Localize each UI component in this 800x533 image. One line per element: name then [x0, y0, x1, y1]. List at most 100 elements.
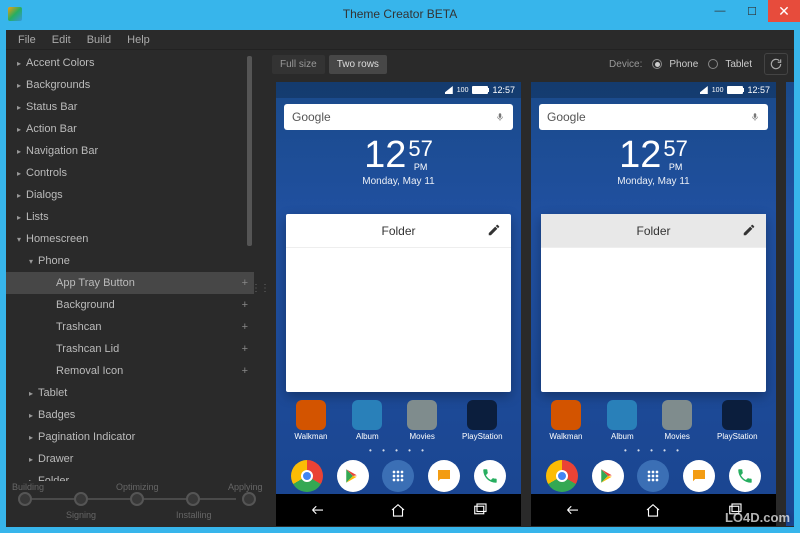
pencil-icon[interactable]: [742, 223, 756, 237]
tree-scrollbar[interactable]: [247, 56, 252, 475]
chrome-icon[interactable]: [546, 460, 578, 492]
close-button[interactable]: ✕: [768, 0, 800, 22]
radio-phone[interactable]: [652, 59, 662, 69]
app-movies[interactable]: Movies: [407, 400, 437, 441]
chevron-right-icon: ▸: [12, 169, 26, 178]
pagination-dots: • • • • •: [531, 446, 776, 455]
signal-icon: [443, 86, 453, 94]
tree-item[interactable]: ▸Folder: [6, 470, 254, 481]
clock-hours: 12: [619, 136, 661, 174]
app-label: PlayStation: [462, 432, 502, 441]
window-title: Theme Creator BETA: [0, 7, 800, 21]
app-tray-icon[interactable]: [382, 460, 414, 492]
chrome-icon[interactable]: [291, 460, 323, 492]
refresh-button[interactable]: [764, 53, 788, 75]
back-icon[interactable]: [308, 501, 326, 519]
tree-item[interactable]: ▸Badges: [6, 404, 254, 426]
pencil-icon[interactable]: [487, 223, 501, 237]
messaging-icon[interactable]: [683, 460, 715, 492]
battery-icon: [727, 86, 743, 94]
tree-item[interactable]: ▸Drawer: [6, 448, 254, 470]
tree-item[interactable]: ▸Status Bar: [6, 96, 254, 118]
tree-item[interactable]: ▸Tablet: [6, 382, 254, 404]
tree-item[interactable]: ▸Backgrounds: [6, 74, 254, 96]
phone-statusbar: 100 12:57: [531, 82, 776, 98]
google-search-bar[interactable]: Google: [284, 104, 513, 130]
app-walkman[interactable]: Walkman: [294, 400, 327, 441]
tree[interactable]: ▸Accent Colors ▸Backgrounds ▸Status Bar …: [6, 50, 254, 481]
home-icon[interactable]: [644, 501, 662, 519]
app-album[interactable]: Album: [352, 400, 382, 441]
tree-label: Homescreen: [26, 233, 88, 245]
minimize-button[interactable]: —: [704, 0, 736, 22]
tworows-button[interactable]: Two rows: [329, 55, 387, 74]
clock-minutes: 57: [408, 138, 432, 160]
app-label: Movies: [410, 432, 435, 441]
clock-ampm: PM: [663, 162, 687, 172]
tree-item[interactable]: Trashcan+: [6, 316, 254, 338]
app-playstation[interactable]: PlayStation: [717, 400, 757, 441]
nav-bar: [531, 494, 776, 526]
google-logo: Google: [292, 110, 331, 124]
messaging-icon[interactable]: [428, 460, 460, 492]
statusbar-time: 12:57: [747, 85, 770, 95]
tree-item[interactable]: ▾Homescreen: [6, 228, 254, 250]
radio-phone-label[interactable]: Phone: [669, 59, 698, 70]
app-album[interactable]: Album: [607, 400, 637, 441]
tree-label: Status Bar: [26, 101, 77, 113]
folder-title: Folder: [636, 224, 670, 238]
tree-item[interactable]: Trashcan Lid+: [6, 338, 254, 360]
radio-tablet[interactable]: [708, 59, 718, 69]
app-walkman[interactable]: Walkman: [549, 400, 582, 441]
tree-item[interactable]: ▸Lists: [6, 206, 254, 228]
sidebar: ▸Accent Colors ▸Backgrounds ▸Status Bar …: [6, 50, 254, 527]
home-icon[interactable]: [389, 501, 407, 519]
scrollbar-thumb[interactable]: [247, 56, 252, 246]
content-area: File Edit Build Help ▸Accent Colors ▸Bac…: [6, 30, 794, 527]
tree-label: App Tray Button: [56, 277, 135, 289]
tree-item[interactable]: ▸Accent Colors: [6, 52, 254, 74]
recent-icon[interactable]: [471, 501, 489, 519]
phone-icon[interactable]: [474, 460, 506, 492]
tree-item[interactable]: ▸Controls: [6, 162, 254, 184]
tree-item[interactable]: ▸Dialogs: [6, 184, 254, 206]
chevron-right-icon: ▸: [12, 125, 26, 134]
tree-label: Dialogs: [26, 189, 63, 201]
app-playstation[interactable]: PlayStation: [462, 400, 502, 441]
fullsize-button[interactable]: Full size: [272, 55, 325, 74]
tree-item[interactable]: ▸Navigation Bar: [6, 140, 254, 162]
app-tray-icon[interactable]: [637, 460, 669, 492]
recent-icon[interactable]: [726, 501, 744, 519]
app-label: Movies: [665, 432, 690, 441]
playstore-icon[interactable]: [337, 460, 369, 492]
maximize-button[interactable]: ☐: [736, 0, 768, 22]
tree-item-app-tray-button[interactable]: App Tray Button+: [6, 272, 254, 294]
menu-build[interactable]: Build: [79, 32, 119, 48]
dock: [531, 460, 776, 492]
chevron-right-icon: ▸: [24, 389, 38, 398]
back-icon[interactable]: [563, 501, 581, 519]
tree-item[interactable]: ▾Phone: [6, 250, 254, 272]
splitter-handle[interactable]: ⋮⋮: [254, 50, 266, 527]
google-search-bar[interactable]: Google: [539, 104, 768, 130]
tree-item[interactable]: Removal Icon+: [6, 360, 254, 382]
tree-item[interactable]: Background+: [6, 294, 254, 316]
clock-date: Monday, May 11: [531, 176, 776, 187]
app-movies[interactable]: Movies: [662, 400, 692, 441]
radio-tablet-label[interactable]: Tablet: [725, 59, 752, 70]
playstore-icon[interactable]: [592, 460, 624, 492]
tree-label: Phone: [38, 255, 70, 267]
menu-help[interactable]: Help: [119, 32, 158, 48]
phone-icon[interactable]: [729, 460, 761, 492]
tree-item[interactable]: ▸Action Bar: [6, 118, 254, 140]
clock-minutes: 57: [663, 138, 687, 160]
clock-widget: 12 57 PM Monday, May 11: [531, 136, 776, 187]
phone-preview: 100 12:57 Google 12 57: [276, 82, 521, 526]
progress-label: Installing: [176, 510, 212, 520]
tree-label: Action Bar: [26, 123, 77, 135]
folder-header: Folder: [541, 214, 766, 248]
menu-file[interactable]: File: [10, 32, 44, 48]
menu-edit[interactable]: Edit: [44, 32, 79, 48]
preview-scroll[interactable]: 100 12:57 Google 12 57: [266, 78, 794, 527]
tree-item[interactable]: ▸Pagination Indicator: [6, 426, 254, 448]
